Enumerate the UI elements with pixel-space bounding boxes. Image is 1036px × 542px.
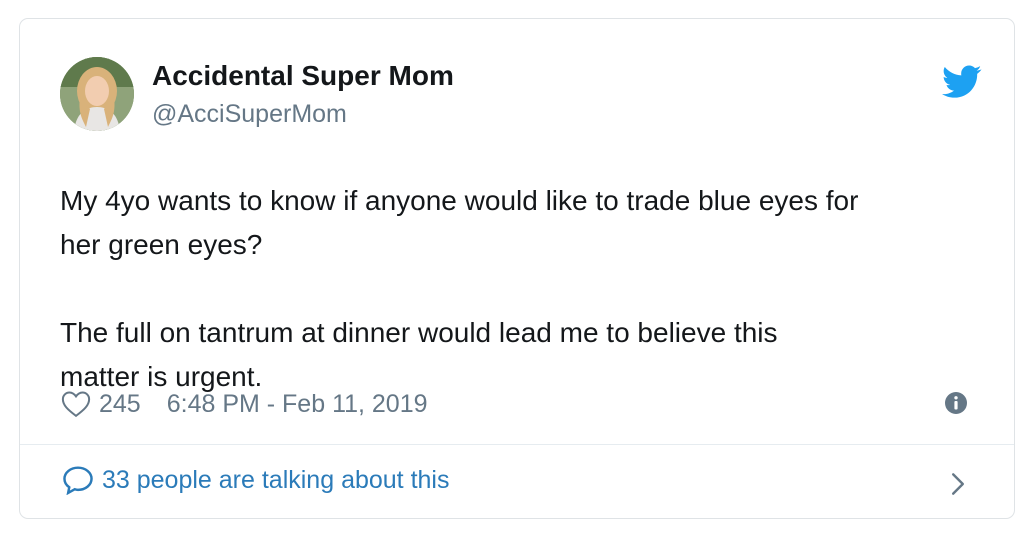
chevron-right-icon: [951, 473, 964, 495]
tweet-text: My 4yo wants to know if anyone would lik…: [60, 179, 1000, 399]
tweet-header: Accidental Super Mom @AcciSuperMom: [60, 57, 982, 133]
author-handle[interactable]: @AcciSuperMom: [152, 97, 454, 131]
author-display-name[interactable]: Accidental Super Mom: [152, 59, 454, 93]
conversation-row: 33 people are talking about this: [62, 465, 449, 495]
tweet-timestamp[interactable]: 6:48 PM - Feb 11, 2019: [167, 390, 428, 419]
like-count: 245: [99, 389, 141, 418]
heart-icon: [61, 391, 91, 418]
avatar-photo: [60, 57, 134, 131]
conversation-link[interactable]: 33 people are talking about this: [20, 445, 1014, 519]
author-names[interactable]: Accidental Super Mom @AcciSuperMom: [152, 59, 454, 131]
info-icon[interactable]: [944, 391, 968, 415]
speech-bubble-icon: [63, 466, 93, 495]
like-button[interactable]: 245: [61, 390, 141, 419]
tweet-paragraph: The full on tantrum at dinner would lead…: [60, 317, 778, 392]
avatar[interactable]: [60, 57, 134, 131]
conversation-label: 33 people are talking about this: [102, 465, 450, 494]
tweet-meta: 245 6:48 PM - Feb 11, 2019: [61, 387, 428, 421]
twitter-bird-icon[interactable]: [942, 65, 982, 99]
tweet-paragraph: My 4yo wants to know if anyone would lik…: [60, 185, 859, 260]
tweet-card: Accidental Super Mom @AcciSuperMom My 4y…: [19, 18, 1015, 519]
